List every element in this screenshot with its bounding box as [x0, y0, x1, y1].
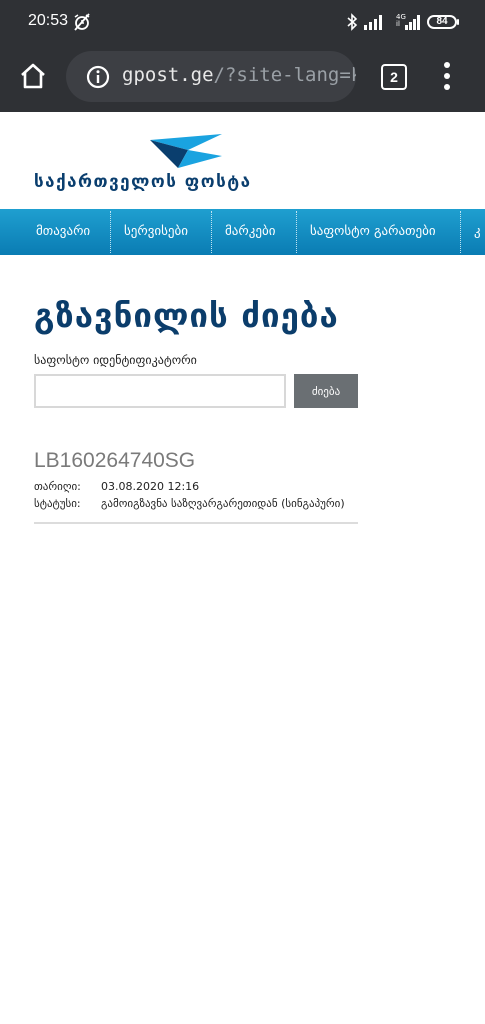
url-domain: gpost.ge: [122, 64, 214, 86]
postal-logo-icon[interactable]: [148, 132, 224, 170]
page-title: გზავნილის ძიება: [34, 296, 339, 335]
status-label: სტატუსი:: [34, 497, 81, 510]
nav-item-postcards[interactable]: საფოსტო გარათები: [310, 209, 436, 255]
nav-item-more[interactable]: კ: [474, 209, 481, 255]
search-button[interactable]: ძიება: [294, 374, 358, 408]
signal-strength-icon: [364, 15, 382, 30]
signal-strength-secondary-icon: [405, 15, 420, 30]
status-time: 20:53: [28, 12, 69, 29]
url-text[interactable]: gpost.ge/?site-lang=ka: [122, 64, 356, 86]
nav-item-services[interactable]: სერვისები: [124, 209, 188, 255]
nav-item-home[interactable]: მთავარი: [36, 209, 90, 255]
bluetooth-icon: [347, 13, 358, 31]
status-bar: 20:53 4G il 84: [0, 0, 485, 46]
url-path: /?site-lang=ka: [213, 64, 356, 86]
status-value: გამოიგზავნა საზღვარგარეთიდან (სინგაპური): [101, 497, 345, 510]
battery-indicator: 84: [427, 15, 457, 29]
tracking-number: LB160264740SG: [34, 449, 196, 472]
home-icon[interactable]: [18, 61, 48, 91]
logo-text[interactable]: საქართველოს ფოსტა: [34, 172, 252, 192]
battery-tip: [457, 19, 459, 25]
site-header: საქართველოს ფოსტა: [0, 112, 485, 209]
browser-toolbar: gpost.ge/?site-lang=ka 2: [0, 46, 485, 112]
nav-item-stamps[interactable]: მარკები: [225, 209, 275, 255]
date-label: თარიღი:: [34, 480, 81, 493]
nav-separator: [211, 211, 212, 253]
overflow-menu-icon[interactable]: [440, 62, 454, 90]
nav-separator: [110, 211, 111, 253]
result-divider: [34, 522, 358, 524]
nav-separator: [296, 211, 297, 253]
tab-switcher-button[interactable]: 2: [381, 64, 407, 90]
tracking-id-input[interactable]: [34, 374, 286, 408]
nav-separator: [460, 211, 461, 253]
main-navigation: მთავარი სერვისები მარკები საფოსტო გარათე…: [0, 209, 485, 255]
alarm-off-icon: [74, 13, 90, 31]
site-info-icon[interactable]: [86, 65, 110, 89]
identifier-label: საფოსტო იდენტიფიკატორი: [34, 353, 197, 367]
address-bar[interactable]: gpost.ge/?site-lang=ka: [66, 51, 356, 102]
date-value: 03.08.2020 12:16: [101, 480, 200, 493]
